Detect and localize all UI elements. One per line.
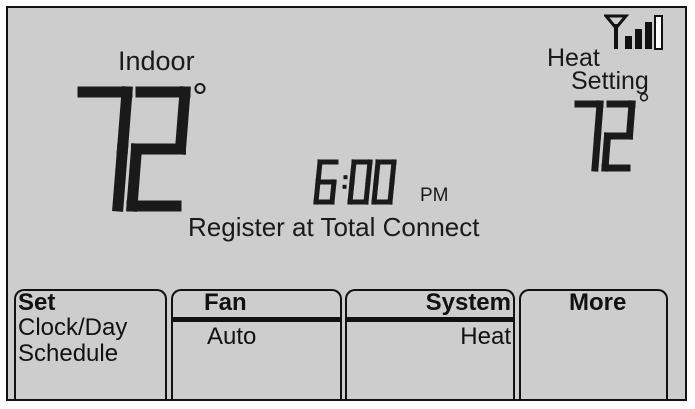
segment-b [174,86,191,155]
segment-b [365,159,373,185]
segment-e [347,179,355,205]
segment-c [363,179,371,205]
segment-f [315,159,323,185]
fan-button-value: Auto [207,323,257,350]
segment-b [389,159,397,185]
segment-f [373,159,381,185]
segment-e [313,179,321,205]
segment-b [593,100,604,140]
segment-c [591,132,602,172]
indoor-temperature-display [77,86,191,212]
fan-button-underline [171,317,342,322]
clock-time-display [313,159,397,205]
heat-setting-temperature-display [574,100,636,172]
segment-b [116,86,133,155]
system-button-title: System [425,289,511,316]
segment-c [329,179,337,205]
more-button[interactable]: More [519,289,668,399]
status-message: Register at Total Connect [188,212,480,242]
heat-setting-degree-symbol: ° [638,88,650,121]
segment-f [349,159,357,185]
indoor-degree-symbol: ° [192,76,208,120]
segment-e [601,132,612,172]
colon-dot [342,184,347,189]
system-button-underline [345,317,515,322]
segment-e [126,143,143,212]
set-button[interactable]: Set Clock/Day Schedule [14,289,167,399]
system-button[interactable]: System Heat [345,289,515,399]
colon-dot [343,175,348,180]
segment-b [625,100,636,140]
fan-button-title: Fan [204,289,247,316]
set-button-title: Set [18,289,56,316]
segment-c [387,179,395,205]
segment-c [112,143,129,212]
set-button-line1: Clock/Day [18,314,128,341]
fan-button[interactable]: Fan Auto [171,289,342,399]
wifi-signal-icon [604,14,663,50]
more-button-title: More [569,289,627,316]
indoor-label: Indoor [118,46,195,76]
segment-e [371,179,379,205]
clock-ampm: PM [420,185,449,206]
set-button-line2: Schedule [18,340,119,367]
thermostat-screen: Indoor ° Heat Setting ° PM Register at T… [6,6,687,401]
system-button-value: Heat [460,323,511,350]
